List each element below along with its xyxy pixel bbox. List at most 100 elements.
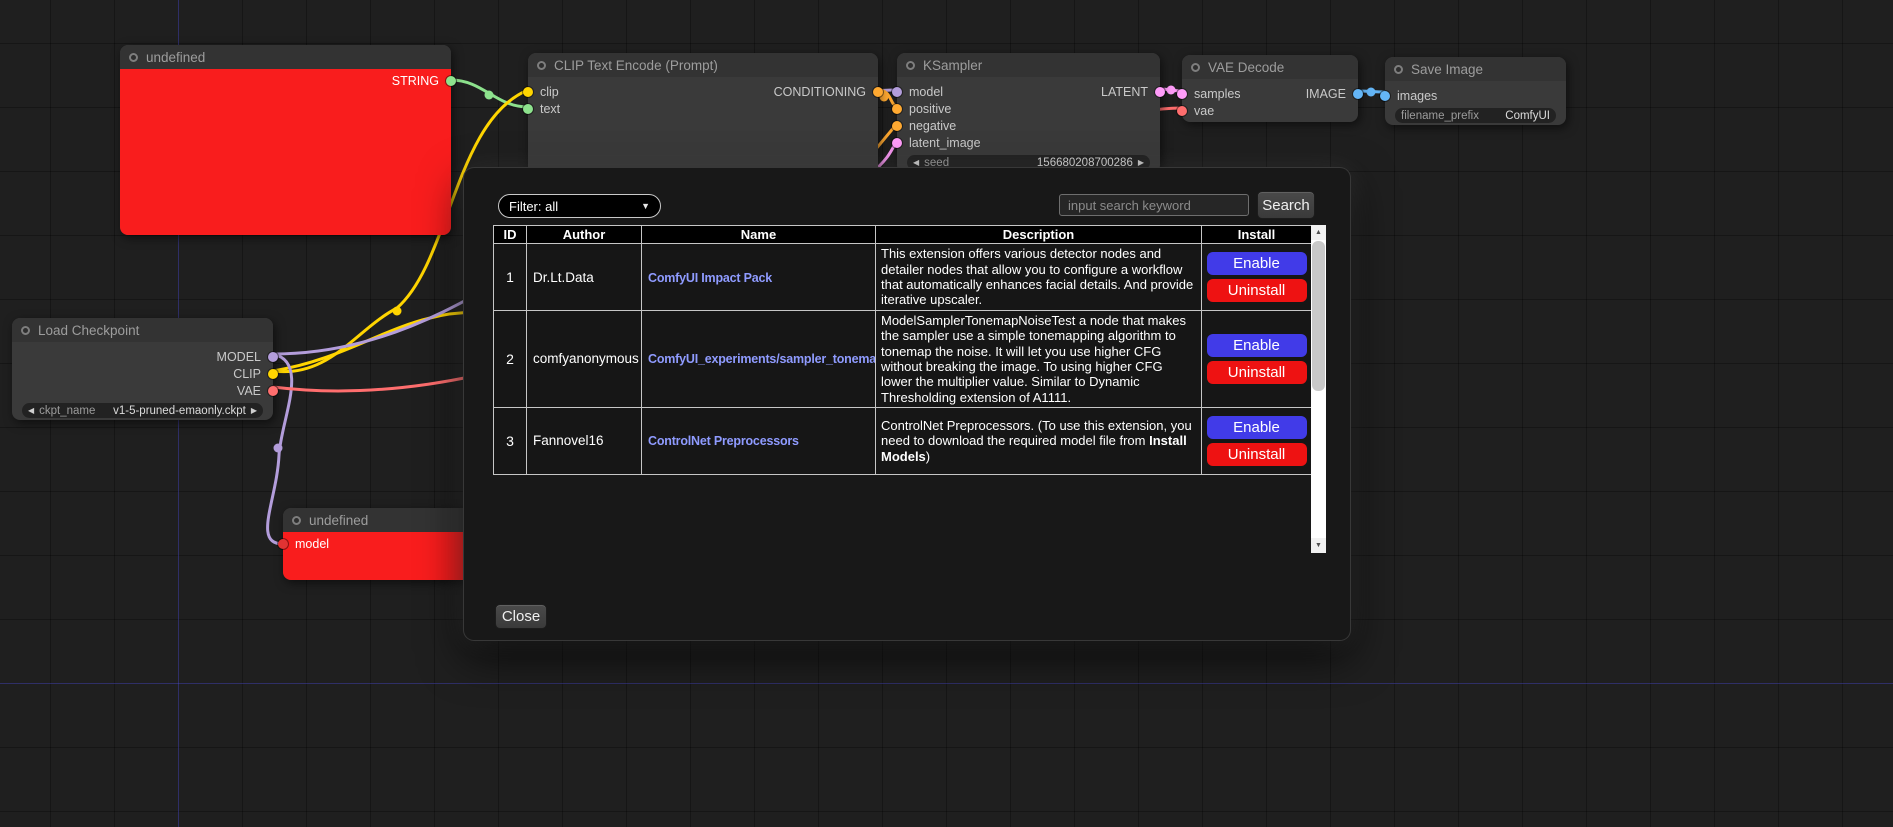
widget-increment-icon[interactable]: ▶ [1138, 159, 1144, 167]
input-slot-dot[interactable] [892, 104, 902, 114]
input-slot[interactable]: vae [1183, 102, 1214, 119]
extension-description: This extension offers various detector n… [876, 244, 1202, 311]
output-slot-dot[interactable] [873, 87, 883, 97]
input-slot-label: vae [1194, 104, 1214, 118]
output-slot[interactable]: IMAGE [1306, 85, 1357, 102]
input-slot-dot[interactable] [1177, 106, 1187, 116]
ckpt-name-widget[interactable]: ◀ ckpt_name v1-5-pruned-emaonly.ckpt ▶ [22, 403, 263, 418]
input-slot-label: model [295, 537, 329, 551]
enable-button[interactable]: Enable [1207, 334, 1307, 357]
input-slot-dot[interactable] [892, 87, 902, 97]
collapse-dot-icon[interactable] [1394, 65, 1403, 74]
input-slot-label: clip [540, 85, 559, 99]
input-slot[interactable]: samples [1183, 85, 1241, 102]
output-slot-label: CLIP [233, 367, 261, 381]
filter-select[interactable]: Filter: all ▼ [498, 194, 661, 218]
input-slot[interactable]: positive [898, 100, 951, 117]
output-slot[interactable]: CONDITIONING [774, 83, 877, 100]
node-load-checkpoint[interactable]: Load Checkpoint MODEL CLIP VAE [12, 318, 273, 420]
output-slot-dot[interactable] [1353, 89, 1363, 99]
filter-select-value: Filter: all [509, 199, 558, 214]
enable-button[interactable]: Enable [1207, 416, 1307, 439]
scrollbar-thumb[interactable] [1312, 241, 1325, 391]
column-header: Name [642, 226, 876, 244]
search-input[interactable] [1059, 194, 1249, 216]
extension-link[interactable]: ControlNet Preprocessors [648, 434, 799, 448]
extension-name: ComfyUI_experiments/sampler_tonemap [642, 311, 876, 408]
output-slot-dot[interactable] [268, 352, 278, 362]
node-header[interactable]: Load Checkpoint [12, 318, 273, 342]
chevron-down-icon: ▼ [641, 201, 650, 211]
uninstall-button[interactable]: Uninstall [1207, 279, 1307, 302]
input-slot[interactable]: latent_image [898, 134, 981, 151]
input-slot-dot[interactable] [1177, 89, 1187, 99]
input-slot-label: samples [1194, 87, 1241, 101]
node-ksampler[interactable]: KSampler model LATENT positive [897, 53, 1160, 173]
collapse-dot-icon[interactable] [1191, 63, 1200, 72]
uninstall-button[interactable]: Uninstall [1207, 443, 1307, 466]
node-header[interactable]: VAE Decode [1182, 55, 1358, 79]
collapse-dot-icon[interactable] [129, 53, 138, 62]
uninstall-button[interactable]: Uninstall [1207, 361, 1307, 384]
output-slot-label: IMAGE [1306, 87, 1346, 101]
widget-decrement-icon[interactable]: ◀ [913, 159, 919, 167]
output-slot-dot[interactable] [268, 386, 278, 396]
node-header[interactable]: CLIP Text Encode (Prompt) [528, 53, 878, 77]
output-slot[interactable]: MODEL [217, 348, 272, 365]
collapse-dot-icon[interactable] [292, 516, 301, 525]
table-scrollbar[interactable]: ▲ ▼ [1311, 225, 1326, 553]
input-slot-dot[interactable] [523, 104, 533, 114]
node-error-body: STRING [120, 69, 451, 235]
extension-install-cell: Enable Uninstall [1202, 407, 1312, 474]
widget-name: filename_prefix [1401, 110, 1479, 122]
node-vae-decode[interactable]: VAE Decode samples IMAGE vae [1182, 55, 1358, 122]
close-button[interactable]: Close [495, 604, 547, 629]
extension-link[interactable]: ComfyUI_experiments/sampler_tonemap [648, 352, 876, 366]
output-slot[interactable]: CLIP [233, 365, 272, 382]
input-slot[interactable]: negative [898, 117, 956, 134]
input-slot-dot[interactable] [892, 138, 902, 148]
node-save-image[interactable]: Save Image images filename_prefix ComfyU… [1385, 57, 1566, 125]
input-slot[interactable]: model [284, 535, 329, 552]
output-slot-label: CONDITIONING [774, 85, 866, 99]
scroll-down-icon[interactable]: ▼ [1311, 538, 1326, 553]
input-slot[interactable]: clip [529, 83, 559, 100]
search-button[interactable]: Search [1257, 191, 1315, 219]
widget-decrement-icon[interactable]: ◀ [28, 407, 34, 415]
extension-link[interactable]: ComfyUI Impact Pack [648, 271, 772, 285]
input-slot[interactable]: text [529, 100, 560, 117]
node-header[interactable]: KSampler [897, 53, 1160, 77]
output-slot-label: VAE [237, 384, 261, 398]
node-header[interactable]: Save Image [1385, 57, 1566, 81]
output-slot-dot[interactable] [446, 76, 456, 86]
widget-increment-icon[interactable]: ▶ [251, 407, 257, 415]
input-slot-label: positive [909, 102, 951, 116]
extension-description: ControlNet Preprocessors. (To use this e… [876, 407, 1202, 474]
slot-row: negative [897, 117, 1160, 134]
widget-value: ComfyUI [1505, 110, 1550, 122]
input-slot-dot[interactable] [1380, 91, 1390, 101]
extension-id: 2 [494, 311, 527, 408]
input-slot[interactable]: images [1386, 87, 1437, 104]
input-slot-dot[interactable] [892, 121, 902, 131]
filename-prefix-widget[interactable]: filename_prefix ComfyUI [1395, 108, 1556, 123]
collapse-dot-icon[interactable] [906, 61, 915, 70]
slot-row: latent_image [897, 134, 1160, 151]
node-header[interactable]: undefined [120, 45, 451, 69]
collapse-dot-icon[interactable] [21, 326, 30, 335]
scroll-up-icon[interactable]: ▲ [1311, 225, 1326, 240]
node-undefined-top[interactable]: undefined STRING [120, 45, 451, 235]
enable-button[interactable]: Enable [1207, 252, 1307, 275]
extensions-table: IDAuthorNameDescriptionInstall 1Dr.Lt.Da… [493, 225, 1312, 475]
output-slot[interactable]: VAE [237, 382, 272, 399]
input-slot[interactable]: model [898, 83, 943, 100]
output-slot-dot[interactable] [268, 369, 278, 379]
input-slot-dot[interactable] [278, 539, 288, 549]
collapse-dot-icon[interactable] [537, 61, 546, 70]
output-slot[interactable]: STRING [392, 72, 450, 89]
output-slot[interactable]: LATENT [1101, 83, 1159, 100]
input-slot-dot[interactable] [523, 87, 533, 97]
input-slot-label: model [909, 85, 943, 99]
output-slot-dot[interactable] [1155, 87, 1165, 97]
input-slot-label: text [540, 102, 560, 116]
